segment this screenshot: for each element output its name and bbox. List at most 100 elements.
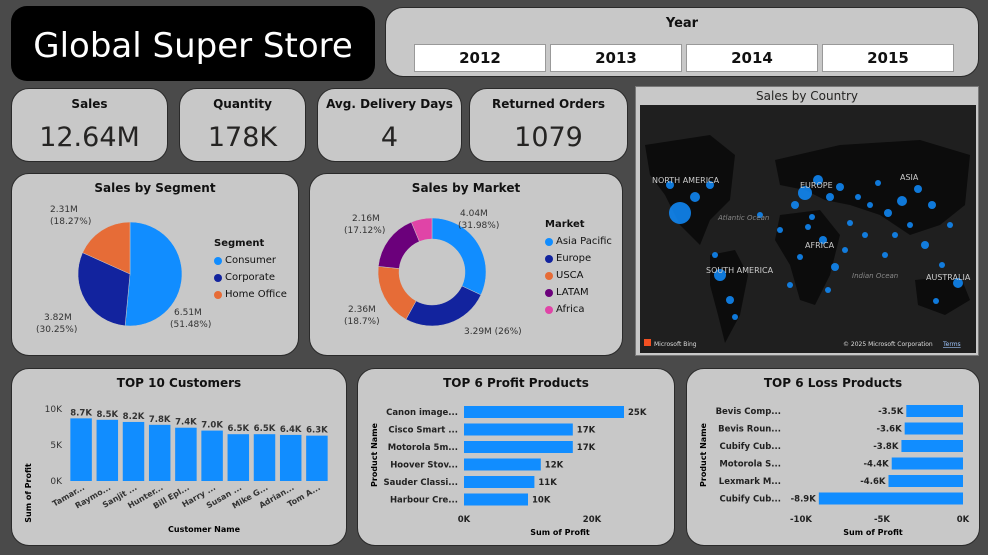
year-option-2015[interactable]: 2015 <box>822 44 954 72</box>
segment-label-homeoffice-pct: (18.27%) <box>50 217 91 227</box>
map-bubble <box>797 254 803 260</box>
profit-x-axis-title: Sum of Profit <box>530 528 590 537</box>
sales-by-country-card: Sales by Country NORTH AMERICA EUROPE AS… <box>635 86 979 356</box>
map-bubble <box>914 185 922 193</box>
year-option-2013[interactable]: 2013 <box>550 44 682 72</box>
customer-bar[interactable] <box>122 421 145 481</box>
product-name-label: Bevis Roun... <box>718 425 781 435</box>
sales-by-market-card: Sales by Market 4.04M (31.98%) 3.29M (26… <box>309 173 623 356</box>
product-bar[interactable] <box>464 423 573 436</box>
product-bar-label: -3.8K <box>873 442 899 452</box>
dashboard-title-card: Global Super Store <box>11 6 375 81</box>
legend-label: USCA <box>556 270 584 281</box>
product-bar[interactable] <box>891 457 963 470</box>
product-name-label: Harbour Cre... <box>390 496 458 506</box>
map-bubble <box>777 227 783 233</box>
map-copyright: © 2025 Microsoft Corporation <box>843 341 933 348</box>
customer-bar-label: 7.0K <box>201 421 223 431</box>
customer-bar[interactable] <box>96 419 119 481</box>
map-bing-label: Microsoft Bing <box>654 341 697 348</box>
customer-bar[interactable] <box>253 434 276 481</box>
world-map[interactable]: NORTH AMERICA EUROPE ASIA Atlantic Ocean… <box>640 105 976 353</box>
product-bar-label: -8.9K <box>791 495 817 505</box>
product-name-label: Canon image... <box>386 408 458 418</box>
map-bubble <box>855 194 861 200</box>
map-bubble <box>726 296 734 304</box>
legend-item-europe[interactable]: Europe <box>545 253 612 264</box>
legend-item-asia-pacific[interactable]: Asia Pacific <box>545 236 612 247</box>
customer-bar[interactable] <box>70 418 92 481</box>
kpi-quantity-card: Quantity 178K <box>179 88 306 162</box>
customer-bar[interactable] <box>306 435 328 481</box>
customer-bar-label: 7.4K <box>175 418 197 428</box>
product-name-label: Lexmark M... <box>719 477 781 487</box>
kpi-label: Avg. Delivery Days <box>326 97 453 111</box>
x-tick-label: -10K <box>790 515 812 525</box>
product-bar-label: -4.6K <box>860 477 886 487</box>
market-label-apac: 4.04M <box>460 209 488 219</box>
map-bubble <box>669 202 691 224</box>
legend-item-consumer[interactable]: Consumer <box>214 255 287 266</box>
kpi-value: 178K <box>207 122 278 153</box>
product-bar-label: -3.6K <box>876 425 902 435</box>
customer-bar[interactable] <box>227 434 250 481</box>
profit-y-axis-title: Product Name <box>370 422 379 487</box>
product-bar-label: 12K <box>545 461 564 471</box>
map-bubble <box>907 222 913 228</box>
map-bubble <box>842 247 848 253</box>
map-label-south-america: SOUTH AMERICA <box>706 266 774 275</box>
product-name-label: Cisco Smart ... <box>388 426 458 436</box>
product-bar[interactable] <box>464 493 528 506</box>
year-slicer: Year 2012 2013 2014 2015 <box>385 7 979 77</box>
customer-bar[interactable] <box>175 427 197 481</box>
customer-bar[interactable] <box>148 424 171 481</box>
product-bar[interactable] <box>888 475 963 487</box>
product-bar[interactable] <box>901 440 963 452</box>
top-customers-card: TOP 10 Customers 0K 5K 10K 8.7K 8.5K 8.2K 7.8… <box>11 368 347 546</box>
product-bar-label: 10K <box>532 496 551 506</box>
map-bubble <box>892 232 898 238</box>
slice-europe[interactable] <box>405 285 482 327</box>
legend-dot <box>545 305 553 314</box>
legend-label: Asia Pacific <box>556 236 612 247</box>
map-bubble <box>831 263 839 271</box>
map-bubble <box>809 214 815 220</box>
year-option-2012[interactable]: 2012 <box>414 44 546 72</box>
product-bar[interactable] <box>906 405 963 417</box>
world-map-svg: NORTH AMERICA EUROPE ASIA Atlantic Ocean… <box>644 135 971 348</box>
legend-item-corporate[interactable]: Corporate <box>214 272 287 283</box>
segment-label-consumer: 6.51M <box>174 308 202 318</box>
segment-label-corporate: 3.82M <box>44 313 72 323</box>
customer-bar[interactable] <box>201 430 223 481</box>
kpi-returned-orders-card: Returned Orders 1079 <box>469 88 628 162</box>
legend-item-latam[interactable]: LATAM <box>545 287 612 298</box>
customer-bar[interactable] <box>279 434 302 481</box>
legend-dot <box>545 288 553 297</box>
market-label-latam: 2.16M <box>352 214 380 224</box>
map-label-north-america: NORTH AMERICA <box>652 176 720 185</box>
profit-bar-svg: Canon image... Cisco Smart ... Motorola 5m… <box>370 406 647 537</box>
legend-dot <box>214 256 222 265</box>
legend-dot <box>545 254 553 263</box>
year-option-2014[interactable]: 2014 <box>686 44 818 72</box>
y-tick-label: 5K <box>50 441 63 451</box>
loss-x-axis-title: Sum of Profit <box>843 528 903 537</box>
slice-usca[interactable] <box>377 266 417 320</box>
product-bar[interactable] <box>464 441 573 453</box>
product-bar[interactable] <box>818 492 963 505</box>
product-bar[interactable] <box>464 406 624 418</box>
map-bubble <box>862 232 868 238</box>
map-bubble <box>805 224 811 230</box>
legend-item-home-office[interactable]: Home Office <box>214 289 287 300</box>
x-tick-label: -5K <box>874 515 890 525</box>
product-bar-label: 25K <box>628 408 647 418</box>
legend-item-usca[interactable]: USCA <box>545 270 612 281</box>
product-bar[interactable] <box>464 476 535 488</box>
legend-label: LATAM <box>556 287 589 298</box>
map-label-europe: EUROPE <box>800 181 833 190</box>
market-label-usca: 2.36M <box>348 305 376 315</box>
legend-item-africa[interactable]: Africa <box>545 304 612 315</box>
product-bar[interactable] <box>464 458 541 471</box>
legend-title: Market <box>545 219 585 230</box>
product-bar[interactable] <box>904 422 963 435</box>
